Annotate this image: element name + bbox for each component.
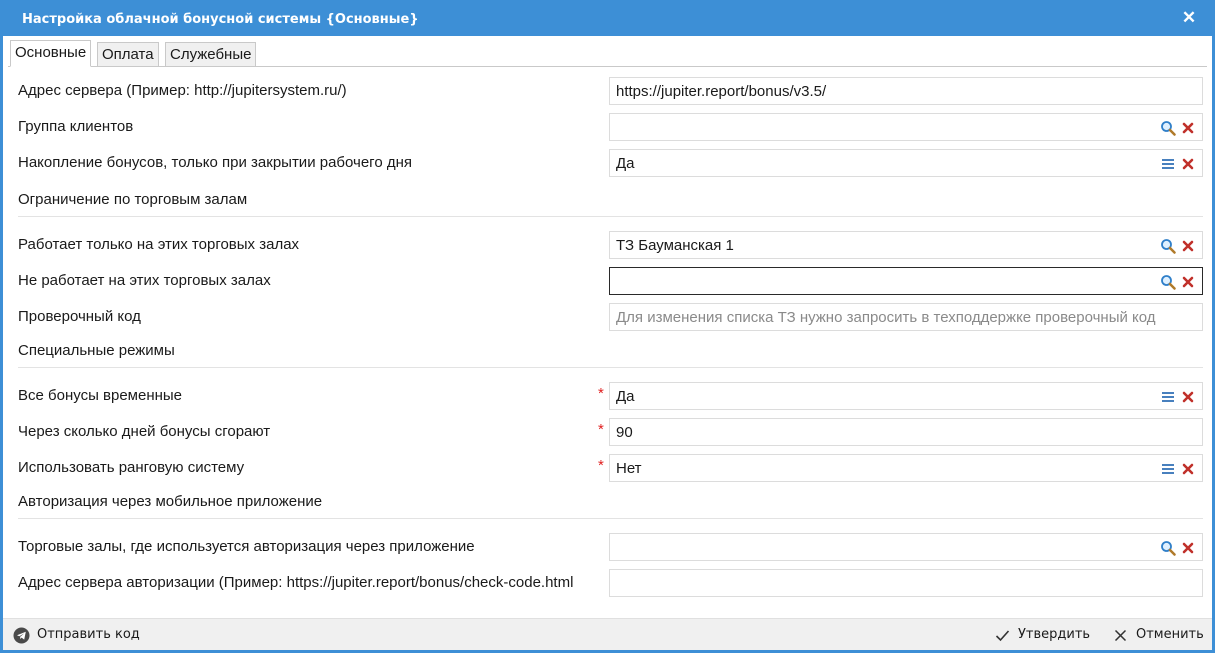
works-only-field[interactable]: ТЗ Бауманская 1: [609, 231, 1203, 259]
required-mark: *: [598, 385, 604, 402]
required-mark: *: [598, 421, 604, 438]
check-code-input[interactable]: Для изменения списка ТЗ нужно запросить …: [609, 303, 1203, 331]
section-halls-title: Ограничение по торговым залам: [18, 191, 248, 208]
client-group-field[interactable]: [609, 113, 1203, 141]
search-icon[interactable]: [1160, 274, 1176, 290]
tab-bar: Основные Оплата Служебные: [8, 40, 1207, 67]
send-code-label: Отправить код: [37, 627, 140, 642]
list-icon[interactable]: [1160, 461, 1176, 477]
confirm-label: Утвердить: [1018, 627, 1091, 642]
cancel-label: Отменить: [1136, 627, 1204, 642]
section-halls: Ограничение по торговым залам: [18, 189, 1203, 217]
burn-days-label: Через сколько дней бонусы сгорают: [18, 423, 271, 440]
server-label: Адрес сервера (Пример: http://jupitersys…: [18, 82, 347, 99]
clear-icon[interactable]: [1180, 274, 1196, 290]
burn-days-input[interactable]: 90: [609, 418, 1203, 446]
section-mobile: Авторизация через мобильное приложение: [18, 491, 1203, 519]
temporary-value: Да: [616, 388, 635, 405]
confirm-button[interactable]: Утвердить: [994, 626, 1091, 644]
server-value: https://jupiter.report/bonus/v3.5/: [616, 83, 827, 100]
section-special-title: Специальные режимы: [18, 342, 175, 359]
rank-label: Использовать ранговую систему: [18, 459, 245, 476]
cancel-button[interactable]: Отменить: [1112, 626, 1204, 644]
server-input[interactable]: https://jupiter.report/bonus/v3.5/: [609, 77, 1203, 105]
row-not-works: Не работает на этих торговых залах: [18, 267, 1203, 295]
cancel-icon: [1114, 629, 1127, 642]
auth-halls-label: Торговые залы, где используется авториза…: [18, 538, 475, 555]
row-burn-days: Через сколько дней бонусы сгорают * 90: [18, 418, 1203, 446]
row-temporary: Все бонусы временные * Да: [18, 382, 1203, 410]
search-icon[interactable]: [1160, 238, 1176, 254]
burn-days-value: 90: [616, 424, 633, 441]
tab-payment[interactable]: Оплата: [97, 42, 159, 67]
row-accumulation: Накопление бонусов, только при закрытии …: [18, 149, 1203, 177]
search-icon[interactable]: [1160, 540, 1176, 556]
row-check-code: Проверочный код Для изменения списка ТЗ …: [18, 303, 1203, 331]
accumulation-value: Да: [616, 155, 635, 172]
required-mark: *: [598, 457, 604, 474]
auth-server-input[interactable]: [609, 569, 1203, 597]
temporary-label: Все бонусы временные: [18, 387, 183, 404]
clear-icon[interactable]: [1180, 389, 1196, 405]
not-works-label: Не работает на этих торговых залах: [18, 272, 271, 289]
clear-icon[interactable]: [1180, 120, 1196, 136]
row-client-group: Группа клиентов: [18, 113, 1203, 141]
tab-main[interactable]: Основные: [10, 40, 92, 67]
works-only-label: Работает только на этих торговых залах: [18, 236, 300, 253]
row-auth-server: Адрес сервера авторизации (Пример: https…: [18, 569, 1203, 597]
close-icon[interactable]: ✕: [1180, 9, 1198, 27]
clear-icon[interactable]: [1180, 540, 1196, 556]
check-code-label: Проверочный код: [18, 308, 141, 325]
row-server: Адрес сервера (Пример: http://jupitersys…: [18, 77, 1203, 105]
not-works-field[interactable]: [609, 267, 1203, 295]
title-bar: Настройка облачной бонусной системы {Осн…: [3, 3, 1212, 36]
tab-service[interactable]: Служебные: [165, 42, 257, 67]
row-rank: Использовать ранговую систему * Нет: [18, 454, 1203, 482]
telegram-icon: [13, 627, 30, 644]
works-only-value: ТЗ Бауманская 1: [616, 237, 734, 254]
row-auth-halls: Торговые залы, где используется авториза…: [18, 533, 1203, 561]
clear-icon[interactable]: [1180, 461, 1196, 477]
clear-icon[interactable]: [1180, 156, 1196, 172]
client-group-label: Группа клиентов: [18, 118, 134, 135]
temporary-select[interactable]: Да: [609, 382, 1203, 410]
accumulation-label: Накопление бонусов, только при закрытии …: [18, 154, 412, 171]
check-icon: [995, 630, 1010, 642]
dialog-footer: Отправить код Утвердить Отменить: [3, 618, 1212, 650]
list-icon[interactable]: [1160, 389, 1176, 405]
rank-select[interactable]: Нет: [609, 454, 1203, 482]
auth-halls-field[interactable]: [609, 533, 1203, 561]
list-icon[interactable]: [1160, 156, 1176, 172]
row-works-only: Работает только на этих торговых залах Т…: [18, 231, 1203, 259]
section-mobile-title: Авторизация через мобильное приложение: [18, 493, 323, 510]
send-code-button[interactable]: Отправить код: [13, 626, 140, 644]
check-code-placeholder: Для изменения списка ТЗ нужно запросить …: [616, 309, 1156, 326]
auth-server-label: Адрес сервера авторизации (Пример: https…: [18, 574, 574, 591]
clear-icon[interactable]: [1180, 238, 1196, 254]
window-title: Настройка облачной бонусной системы {Осн…: [22, 12, 419, 27]
rank-value: Нет: [616, 460, 642, 477]
dialog-window: Настройка облачной бонусной системы {Осн…: [0, 0, 1215, 653]
section-special: Специальные режимы: [18, 340, 1203, 368]
search-icon[interactable]: [1160, 120, 1176, 136]
accumulation-select[interactable]: Да: [609, 149, 1203, 177]
